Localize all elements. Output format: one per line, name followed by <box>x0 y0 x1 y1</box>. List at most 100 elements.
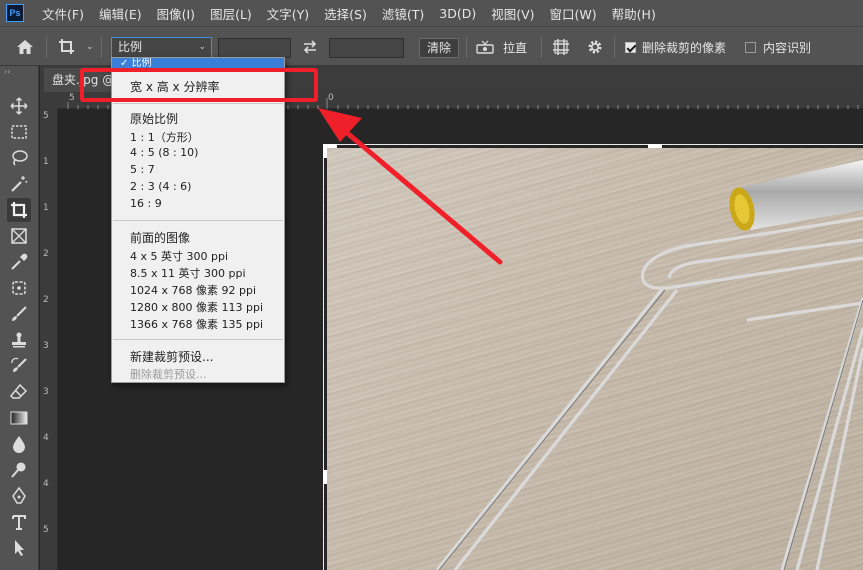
type-icon[interactable] <box>7 510 31 534</box>
ruler-label: 4 <box>43 433 49 443</box>
lasso-icon[interactable] <box>7 146 31 170</box>
document-tab[interactable]: 盘夹.jpg @ <box>44 68 116 92</box>
menu-type[interactable]: 文字(Y) <box>267 4 309 23</box>
separator <box>466 36 467 58</box>
gradient-icon[interactable] <box>7 406 31 430</box>
blur-icon[interactable] <box>7 432 31 456</box>
menu-view[interactable]: 视图(V) <box>491 4 534 23</box>
dropdown-selected-label: 比例 <box>131 58 152 69</box>
menu-item-preset-1024x768[interactable]: 1024 x 768 像素 92 ppi <box>130 282 256 298</box>
marquee-icon[interactable] <box>7 120 31 144</box>
stamp-icon[interactable] <box>7 328 31 352</box>
content-aware-label: 内容识别 <box>763 40 812 55</box>
panel-collapse-icon[interactable]: ›› <box>0 66 38 77</box>
ruler-label: 2 <box>43 295 49 305</box>
menu-item-ratio-16-9[interactable]: 16 : 9 <box>130 197 162 210</box>
crop-handle-top[interactable] <box>648 144 662 148</box>
separator <box>101 36 102 58</box>
crop-handle-left[interactable] <box>323 470 327 484</box>
width-input[interactable] <box>218 38 291 58</box>
menu-item-width-height-resolution[interactable]: 宽 x 高 x 分辨率 <box>130 78 219 95</box>
delete-cropped-checkbox[interactable] <box>625 41 636 53</box>
document-image[interactable] <box>327 148 863 570</box>
menu-edit[interactable]: 编辑(E) <box>99 4 142 23</box>
content-aware-option[interactable]: 内容识别 <box>745 27 811 67</box>
healing-icon[interactable] <box>7 276 31 300</box>
delete-cropped-label: 删除裁剪的像素 <box>642 40 727 55</box>
content-aware-checkbox[interactable] <box>745 41 756 53</box>
swap-icon[interactable] <box>302 27 318 67</box>
ruler-label: 1 <box>43 203 49 213</box>
magic-wand-icon[interactable] <box>7 172 31 196</box>
menu-filter[interactable]: 滤镜(T) <box>382 4 424 23</box>
straighten-label: 拉直 <box>503 40 528 55</box>
brush-icon[interactable] <box>7 302 31 326</box>
eraser-icon[interactable] <box>7 380 31 404</box>
crop-icon[interactable] <box>7 198 31 222</box>
checkmark-icon: ✓ <box>120 58 132 69</box>
ruler-label: 0 <box>328 93 334 103</box>
ruler-label: 2 <box>43 249 49 259</box>
menu-item-ratio-1-1[interactable]: 1 : 1（方形） <box>130 129 199 145</box>
move-icon[interactable] <box>7 94 31 118</box>
binder-clip-illustration <box>435 160 863 570</box>
menu-bar: Ps 文件(F) 编辑(E) 图像(I) 图层(L) 文字(Y) 选择(S) 滤… <box>0 0 863 26</box>
ruler-corner <box>40 92 58 109</box>
history-brush-icon[interactable] <box>7 354 31 378</box>
menu-item-delete-crop-preset: 删除裁剪预设... <box>130 368 207 381</box>
photoshop-logo: Ps <box>6 4 24 22</box>
dropdown-separator <box>113 220 283 221</box>
menu-item-preset-1280x800[interactable]: 1280 x 800 像素 113 ppi <box>130 299 263 315</box>
ruler-label: 3 <box>43 341 49 351</box>
menu-item-new-crop-preset[interactable]: 新建裁剪预设... <box>130 348 213 365</box>
menu-file[interactable]: 文件(F) <box>42 4 84 23</box>
ruler-label: 5 <box>69 93 75 103</box>
path-select-icon[interactable] <box>7 536 31 560</box>
separator <box>541 36 542 58</box>
menu-item-preset-8-5x11[interactable]: 8.5 x 11 英寸 300 ppi <box>130 265 246 281</box>
ruler-vertical: 5 1 1 2 2 3 3 4 4 5 <box>40 109 58 570</box>
frame-icon[interactable] <box>7 224 31 248</box>
height-input[interactable] <box>329 38 404 58</box>
menu-image[interactable]: 图像(I) <box>157 4 195 23</box>
grid-overlay-icon[interactable] <box>552 27 570 67</box>
menu-select[interactable]: 选择(S) <box>324 4 367 23</box>
separator <box>614 36 615 58</box>
dropdown-selected-item[interactable]: ✓ 比例 <box>112 58 284 70</box>
ruler-label: 1 <box>43 157 49 167</box>
home-icon[interactable] <box>16 27 34 67</box>
menu-item-original-ratio[interactable]: 原始比例 <box>130 110 178 127</box>
dodge-icon[interactable] <box>7 458 31 482</box>
ruler-label: 5 <box>43 525 49 535</box>
ruler-label: 3 <box>43 387 49 397</box>
gear-icon[interactable] <box>587 27 603 67</box>
dropdown-separator <box>113 103 283 104</box>
menu-help[interactable]: 帮助(H) <box>612 4 656 23</box>
menu-layer[interactable]: 图层(L) <box>210 4 252 23</box>
pen-icon[interactable] <box>7 484 31 508</box>
crop-preset-icon[interactable]: ⌄ <box>58 27 94 67</box>
level-icon <box>476 40 494 54</box>
ratio-select-value: 比例 <box>118 40 143 54</box>
straighten-button[interactable]: 拉直 <box>476 27 527 67</box>
clear-button[interactable]: 清除 <box>419 38 459 58</box>
dropdown-separator <box>113 339 283 340</box>
delete-cropped-option[interactable]: 删除裁剪的像素 <box>625 27 726 67</box>
ratio-select[interactable]: 比例 ⌄ <box>111 37 212 58</box>
crop-handle-top-left[interactable] <box>323 144 327 158</box>
chevron-down-icon: ⌄ <box>86 42 94 52</box>
ratio-dropdown-menu: ✓ 比例 宽 x 高 x 分辨率 原始比例 1 : 1（方形） 4 : 5 (8… <box>111 57 285 383</box>
menu-item-preset-4x5[interactable]: 4 x 5 英寸 300 ppi <box>130 248 228 264</box>
menu-item-ratio-5-7[interactable]: 5 : 7 <box>130 163 155 176</box>
ruler-label: 4 <box>43 479 49 489</box>
eyedropper-icon[interactable] <box>7 250 31 274</box>
menu-item-front-image[interactable]: 前面的图像 <box>130 229 190 246</box>
menu-window[interactable]: 窗口(W) <box>550 4 597 23</box>
menu-item-ratio-2-3[interactable]: 2 : 3 (4 : 6) <box>130 180 191 193</box>
separator <box>46 36 47 58</box>
ruler-label: 5 <box>43 111 49 121</box>
menu-3d[interactable]: 3D(D) <box>439 6 476 21</box>
menu-item-preset-1366x768[interactable]: 1366 x 768 像素 135 ppi <box>130 316 263 332</box>
tools-panel: ›› <box>0 66 39 570</box>
menu-item-ratio-4-5[interactable]: 4 : 5 (8 : 10) <box>130 146 198 159</box>
